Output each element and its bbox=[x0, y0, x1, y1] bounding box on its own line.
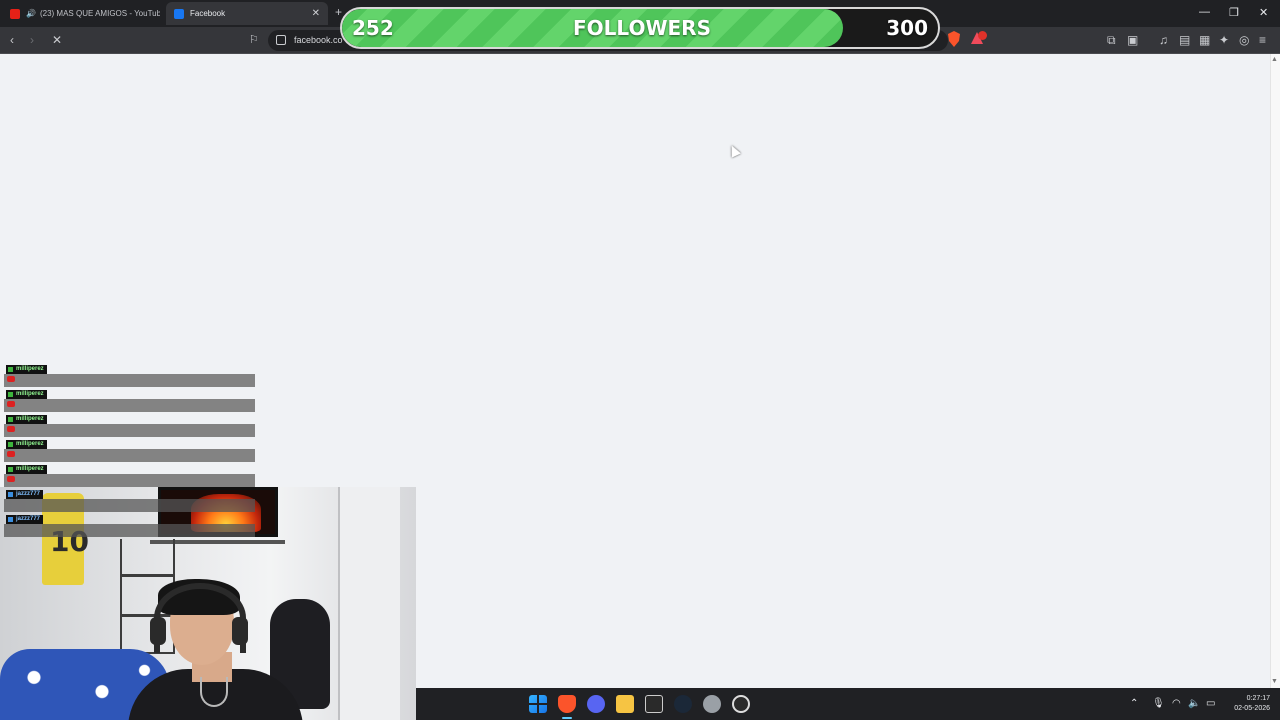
brave-browser-icon[interactable] bbox=[558, 695, 576, 713]
followers-goal-bar: 252 FOLLOWERS 300 bbox=[340, 7, 940, 49]
chat-username: milliperez bbox=[6, 440, 47, 449]
chat-badge-icon bbox=[8, 392, 13, 397]
taskbar: ⌃ 🎙 ◠ 🔈 ▭ 0:27:17 02-05-2026 bbox=[416, 688, 1280, 720]
chat-message: jazzz777 bbox=[4, 515, 256, 540]
bookmark-icon[interactable]: ⚐ bbox=[249, 32, 259, 48]
emote-icon bbox=[7, 451, 15, 457]
chat-username: milliperez bbox=[6, 415, 47, 424]
start-icon[interactable] bbox=[529, 695, 547, 713]
goal-label: FOLLOWERS bbox=[573, 16, 711, 40]
notification-badge bbox=[978, 31, 987, 40]
file-explorer-icon[interactable] bbox=[616, 695, 634, 713]
speaker-icon[interactable]: 🔊 bbox=[26, 9, 36, 18]
tab-title: (23) MAS QUE AMIGOS - YouTub bbox=[39, 9, 160, 18]
vpn-icon[interactable]: ◎ bbox=[1239, 32, 1249, 48]
leo-ai-icon[interactable]: ✦ bbox=[1219, 32, 1229, 48]
scrollbar[interactable] bbox=[1270, 54, 1280, 688]
chat-username: jazzz777 bbox=[6, 515, 44, 524]
chat-username: milliperez bbox=[6, 390, 47, 399]
restore-icon[interactable]: ❐ bbox=[1229, 6, 1239, 19]
forward-icon[interactable]: › bbox=[30, 32, 34, 48]
chat-username: milliperez bbox=[6, 365, 47, 374]
active-app-indicator bbox=[562, 717, 572, 719]
chat-badge-icon bbox=[8, 467, 13, 472]
chat-username: milliperez bbox=[6, 465, 47, 474]
emote-icon bbox=[7, 376, 15, 382]
headset-earcup bbox=[232, 617, 248, 645]
emote-icon bbox=[7, 426, 15, 432]
discord-icon[interactable] bbox=[587, 695, 605, 713]
scroll-down-icon[interactable]: ▼ bbox=[1271, 678, 1278, 685]
door bbox=[338, 487, 400, 720]
chat-message: milliperez bbox=[4, 440, 256, 465]
tab-youtube[interactable]: 🔊 (23) MAS QUE AMIGOS - YouTub bbox=[2, 2, 160, 25]
chat-message-body bbox=[4, 374, 255, 387]
youtube-icon bbox=[10, 8, 20, 19]
epic-games-icon[interactable] bbox=[645, 695, 663, 713]
battery-icon[interactable]: ▭ bbox=[1206, 698, 1215, 709]
chat-username: jazzz777 bbox=[6, 490, 44, 499]
minimize-icon[interactable]: — bbox=[1199, 6, 1210, 18]
chat-badge-icon bbox=[8, 517, 13, 522]
address-text: facebook.co bbox=[294, 35, 343, 45]
back-icon[interactable]: ‹ bbox=[10, 32, 14, 48]
menu-icon[interactable]: ≡ bbox=[1259, 32, 1266, 48]
tab-title: Facebook bbox=[190, 9, 226, 18]
brave-shields-icon[interactable] bbox=[947, 31, 961, 47]
settings-icon[interactable] bbox=[703, 695, 721, 713]
clock-time: 0:27:17 bbox=[1246, 695, 1270, 702]
close-tab-icon[interactable]: ✕ bbox=[312, 8, 320, 19]
stop-loading-icon[interactable]: ✕ bbox=[52, 32, 62, 48]
new-tab-icon[interactable]: + bbox=[335, 5, 342, 19]
close-window-icon[interactable]: ✕ bbox=[1259, 6, 1268, 19]
microphone-icon[interactable]: 🎙 bbox=[1152, 698, 1165, 709]
emote-icon bbox=[7, 476, 15, 482]
tab-facebook[interactable]: Facebook ✕ bbox=[166, 2, 328, 25]
wifi-icon[interactable]: ◠ bbox=[1172, 698, 1181, 709]
goal-target: 300 bbox=[886, 16, 928, 40]
steam-icon[interactable] bbox=[674, 695, 692, 713]
volume-icon[interactable]: 🔈 bbox=[1188, 698, 1200, 709]
chat-message-body bbox=[4, 399, 255, 412]
media-icon[interactable]: ♫ bbox=[1159, 32, 1168, 48]
wallet-icon[interactable]: ▦ bbox=[1199, 32, 1210, 48]
extensions-icon[interactable]: ⧉ bbox=[1107, 32, 1116, 48]
chat-message: milliperez bbox=[4, 390, 256, 415]
necklace bbox=[200, 677, 228, 707]
facebook-icon bbox=[174, 8, 184, 19]
chat-message: milliperez bbox=[4, 415, 256, 440]
screen: 🔊 (23) MAS QUE AMIGOS - YouTub Facebook … bbox=[0, 0, 1280, 720]
chat-message-body bbox=[4, 449, 255, 462]
rack-shelf bbox=[122, 574, 173, 577]
chat-message-body bbox=[4, 499, 255, 512]
chat-overlay: milliperez milliperez milliperez millipe… bbox=[4, 365, 256, 490]
chat-message-body bbox=[4, 524, 255, 537]
clock-date: 02-05-2026 bbox=[1234, 705, 1270, 712]
clock[interactable]: 0:27:17 02-05-2026 bbox=[1234, 694, 1270, 714]
chat-badge-icon bbox=[8, 442, 13, 447]
chat-badge-icon bbox=[8, 417, 13, 422]
sidebar-icon[interactable]: ▤ bbox=[1179, 32, 1190, 48]
site-info-icon[interactable] bbox=[276, 35, 286, 45]
chat-badge-icon bbox=[8, 367, 13, 372]
scroll-up-icon[interactable]: ▲ bbox=[1271, 56, 1278, 63]
obs-icon[interactable] bbox=[732, 695, 750, 713]
chat-badge-icon bbox=[8, 492, 13, 497]
chat-message-body bbox=[4, 474, 255, 487]
chat-message-body bbox=[4, 424, 255, 437]
screenshot-icon[interactable]: ▣ bbox=[1127, 32, 1138, 48]
tray-overflow-icon[interactable]: ⌃ bbox=[1130, 698, 1138, 709]
chat-message: jazzz777 bbox=[4, 490, 256, 515]
headset-earcup bbox=[150, 617, 166, 645]
chat-message: milliperez bbox=[4, 365, 256, 390]
chat-overlay-lower: jazzz777 jazzz777 bbox=[4, 490, 256, 540]
emote-icon bbox=[7, 401, 15, 407]
